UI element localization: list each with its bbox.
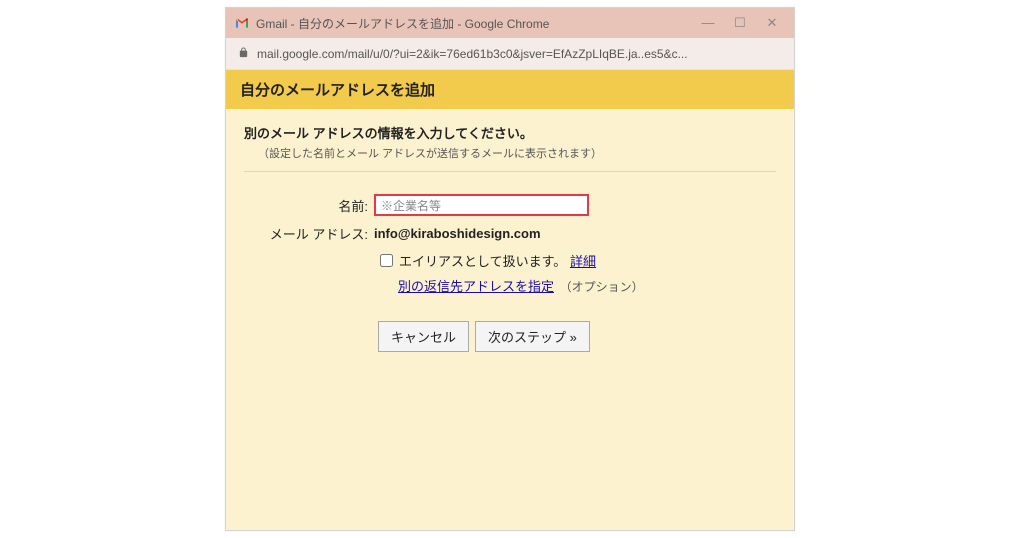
name-row: 名前:: [244, 194, 776, 216]
gmail-icon: [234, 15, 250, 31]
email-row: メール アドレス: info@kiraboshidesign.com: [244, 224, 776, 243]
alias-checkbox[interactable]: [380, 254, 393, 267]
alias-row: エイリアスとして扱います。 詳細: [380, 251, 776, 270]
url-text: mail.google.com/mail/u/0/?ui=2&ik=76ed61…: [257, 47, 782, 61]
name-label: 名前:: [244, 196, 374, 215]
close-button[interactable]: ✕: [764, 15, 780, 31]
button-row: キャンセル 次のステップ »: [378, 321, 776, 352]
alias-detail-link[interactable]: 詳細: [570, 251, 596, 270]
email-label: メール アドレス:: [244, 224, 374, 243]
form-area: 名前: メール アドレス: info@kiraboshidesign.com エ…: [226, 180, 794, 366]
minimize-button[interactable]: —: [700, 15, 716, 31]
maximize-button[interactable]: ☐: [732, 15, 748, 31]
window-titlebar: Gmail - 自分のメールアドレスを追加 - Google Chrome — …: [226, 8, 794, 38]
address-bar[interactable]: mail.google.com/mail/u/0/?ui=2&ik=76ed61…: [226, 38, 794, 70]
reply-address-link[interactable]: 別の返信先アドレスを指定: [398, 279, 554, 294]
lock-icon: [238, 47, 249, 61]
cancel-button[interactable]: キャンセル: [378, 321, 469, 352]
email-value: info@kiraboshidesign.com: [374, 226, 541, 241]
alias-label: エイリアスとして扱います。: [399, 251, 566, 270]
name-input[interactable]: [374, 194, 589, 216]
reply-option-text: （オプション）: [560, 280, 644, 294]
section-subtitle: （設定した名前とメール アドレスが送信するメールに表示されます）: [244, 145, 776, 172]
chrome-window: Gmail - 自分のメールアドレスを追加 - Google Chrome — …: [225, 7, 795, 531]
page-content: 自分のメールアドレスを追加 別のメール アドレスの情報を入力してください。 （設…: [226, 70, 794, 530]
window-title: Gmail - 自分のメールアドレスを追加 - Google Chrome: [256, 15, 700, 32]
instruction-section: 別のメール アドレスの情報を入力してください。 （設定した名前とメール アドレス…: [226, 109, 794, 180]
reply-row: 別の返信先アドレスを指定 （オプション）: [398, 276, 776, 295]
window-controls: — ☐ ✕: [700, 15, 786, 31]
page-title: 自分のメールアドレスを追加: [226, 70, 794, 109]
section-title: 別のメール アドレスの情報を入力してください。: [244, 123, 776, 142]
next-step-button[interactable]: 次のステップ »: [475, 321, 590, 352]
